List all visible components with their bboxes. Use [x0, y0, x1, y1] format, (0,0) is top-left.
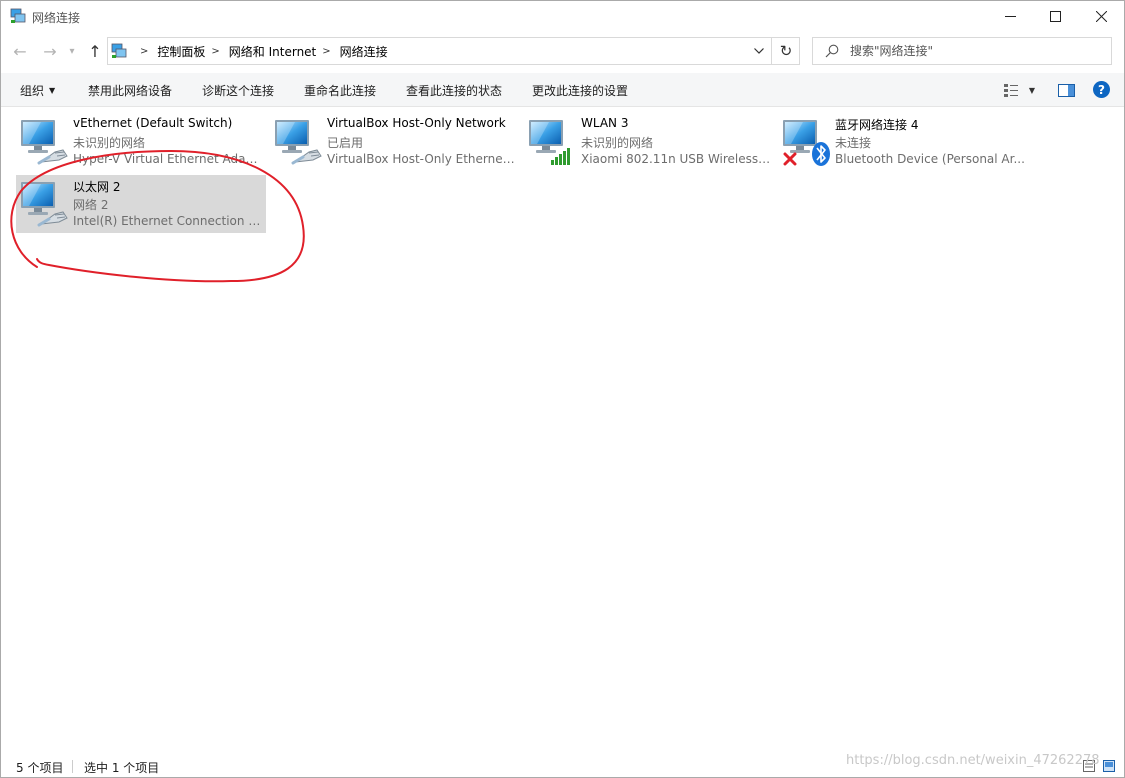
chevron-right-icon[interactable]: > — [211, 46, 219, 57]
preview-pane-icon — [1057, 83, 1075, 97]
connection-device: Intel(R) Ethernet Connection (5... — [73, 214, 263, 228]
connection-name: 蓝牙网络连接 4 — [835, 118, 919, 132]
connection-device: Bluetooth Device (Personal Ar... — [835, 152, 1025, 166]
connection-item-wlan[interactable]: WLAN 3 未识别的网络 Xiaomi 802.11n USB Wireles… — [524, 113, 774, 171]
arrow-up-icon: ↑ — [88, 41, 102, 61]
diagnose-button[interactable]: 诊断这个连接 — [202, 82, 274, 99]
address-history-button[interactable] — [748, 38, 770, 64]
search-icon — [825, 44, 839, 58]
navigation-row: ← → ▾ ↑ > 控制面板 > 网络和 Internet > 网络连接 ↻ — [1, 32, 1124, 72]
breadcrumb-network-internet[interactable]: 网络和 Internet — [229, 43, 316, 60]
title-bar: 网络连接 — [1, 1, 1124, 32]
help-button[interactable]: ? — [1093, 81, 1110, 98]
connection-list: vEthernet (Default Switch) 未识别的网络 Hyper-… — [1, 108, 1124, 752]
view-status-button[interactable]: 查看此连接的状态 — [406, 82, 502, 99]
connection-device: Xiaomi 802.11n USB Wireless ... — [581, 152, 771, 166]
connection-device: VirtualBox Host-Only Ethernet ... — [327, 152, 517, 166]
ethernet-adapter-icon — [273, 116, 325, 166]
window-title: 网络连接 — [32, 11, 81, 25]
view-options-button[interactable] — [1001, 81, 1021, 99]
change-settings-button[interactable]: 更改此连接的设置 — [532, 82, 628, 99]
control-panel-icon — [111, 43, 127, 58]
chevron-right-icon: > — [140, 45, 149, 57]
connection-item-vethernet[interactable]: vEthernet (Default Switch) 未识别的网络 Hyper-… — [16, 113, 266, 171]
maximize-icon — [1049, 11, 1061, 22]
connection-name: vEthernet (Default Switch) — [73, 116, 233, 130]
ethernet-adapter-icon — [19, 116, 71, 166]
connection-status: 未连接 — [835, 136, 872, 150]
disable-device-button[interactable]: 禁用此网络设备 — [88, 82, 172, 99]
chevron-right-icon[interactable]: > — [322, 46, 330, 57]
address-bar[interactable]: > 控制面板 > 网络和 Internet > 网络连接 ↻ — [107, 37, 800, 65]
organize-label: 组织 — [20, 84, 45, 98]
recent-locations-button[interactable]: ▾ — [65, 41, 79, 61]
arrow-left-icon: ← — [13, 41, 27, 61]
refresh-button[interactable]: ↻ — [771, 38, 800, 64]
connection-name: 以太网 2 — [73, 180, 121, 194]
connection-status: 未识别的网络 — [581, 136, 654, 150]
close-icon — [1095, 11, 1107, 22]
connection-item-ethernet-2[interactable]: 以太网 2 网络 2 Intel(R) Ethernet Connection … — [16, 175, 266, 233]
search-box[interactable] — [812, 37, 1112, 65]
command-bar: 组织 ▼ 禁用此网络设备 诊断这个连接 重命名此连接 查看此连接的状态 更改此连接… — [1, 73, 1124, 107]
bluetooth-adapter-icon — [781, 116, 830, 166]
large-icons-view-icon[interactable] — [1103, 760, 1115, 772]
ethernet-adapter-icon — [19, 178, 71, 228]
watermark: https://blog.csdn.net/weixin_47262278 — [846, 753, 1100, 768]
network-connections-icon — [10, 8, 26, 23]
forward-button[interactable]: → — [40, 41, 60, 61]
caret-down-icon: ▼ — [49, 86, 56, 95]
search-input[interactable] — [850, 41, 1100, 61]
back-button[interactable]: ← — [10, 41, 30, 61]
selected-count: 选中 1 个项目 — [84, 761, 160, 775]
connection-item-bluetooth[interactable]: 蓝牙网络连接 4 未连接 Bluetooth Device (Personal … — [778, 113, 1028, 171]
item-count: 5 个项目 — [16, 761, 64, 775]
arrow-right-icon: → — [43, 41, 57, 61]
preview-pane-button[interactable] — [1056, 81, 1076, 99]
up-button[interactable]: ↑ — [85, 41, 105, 61]
breadcrumb-network-connections[interactable]: 网络连接 — [340, 43, 388, 60]
chevron-down-icon: ▾ — [69, 45, 75, 57]
caret-down-icon: ▼ — [1028, 85, 1036, 95]
chevron-down-icon — [754, 48, 764, 54]
wifi-adapter-icon — [527, 116, 570, 165]
refresh-icon: ↻ — [779, 42, 793, 60]
view-options-icon — [1004, 84, 1018, 97]
rename-button[interactable]: 重命名此连接 — [304, 82, 376, 99]
network-connections-window: 网络连接 ← → ▾ ↑ > 控制面板 > 网络和 Internet > 网络连… — [0, 0, 1125, 778]
breadcrumb-control-panel[interactable]: 控制面板 — [157, 43, 205, 60]
connection-name: VirtualBox Host-Only Network — [327, 116, 506, 130]
connection-status: 网络 2 — [73, 198, 109, 212]
connection-status: 已启用 — [327, 136, 364, 150]
view-options-dropdown[interactable]: ▼ — [1025, 81, 1039, 99]
connection-item-virtualbox[interactable]: VirtualBox Host-Only Network 已启用 Virtual… — [270, 113, 520, 171]
breadcrumb: > 控制面板 > 网络和 Internet > 网络连接 — [134, 38, 388, 64]
connection-status: 未识别的网络 — [73, 136, 146, 150]
maximize-button[interactable] — [1032, 1, 1078, 32]
organize-button[interactable]: 组织 ▼ — [20, 82, 55, 99]
minimize-icon — [1004, 16, 1016, 17]
connection-name: WLAN 3 — [581, 116, 629, 130]
minimize-button[interactable] — [987, 1, 1033, 32]
connection-device: Hyper-V Virtual Ethernet Adap... — [73, 152, 263, 166]
close-button[interactable] — [1078, 1, 1124, 32]
status-divider — [72, 760, 73, 773]
